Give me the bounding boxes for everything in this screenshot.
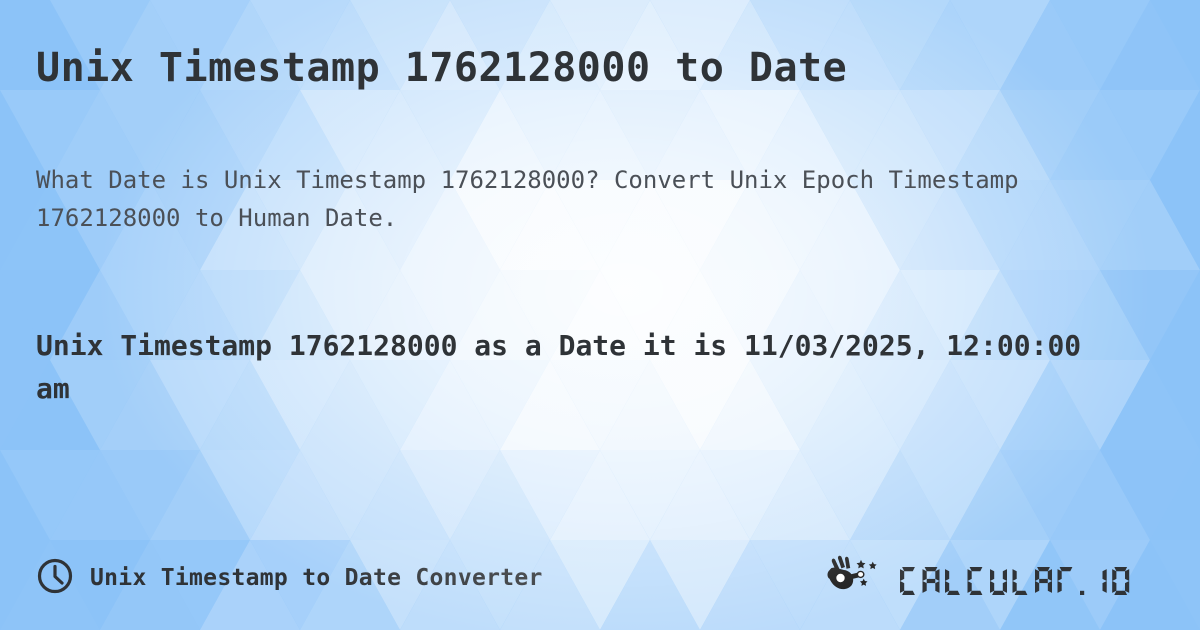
page-title: Unix Timestamp 1762128000 to Date (36, 45, 848, 91)
page-description: What Date is Unix Timestamp 1762128000? … (36, 166, 1019, 232)
conversion-result: Unix Timestamp 1762128000 as a Date it i… (36, 328, 1082, 406)
page-content: Unix Timestamp 1762128000 to Date What D… (0, 0, 1200, 630)
